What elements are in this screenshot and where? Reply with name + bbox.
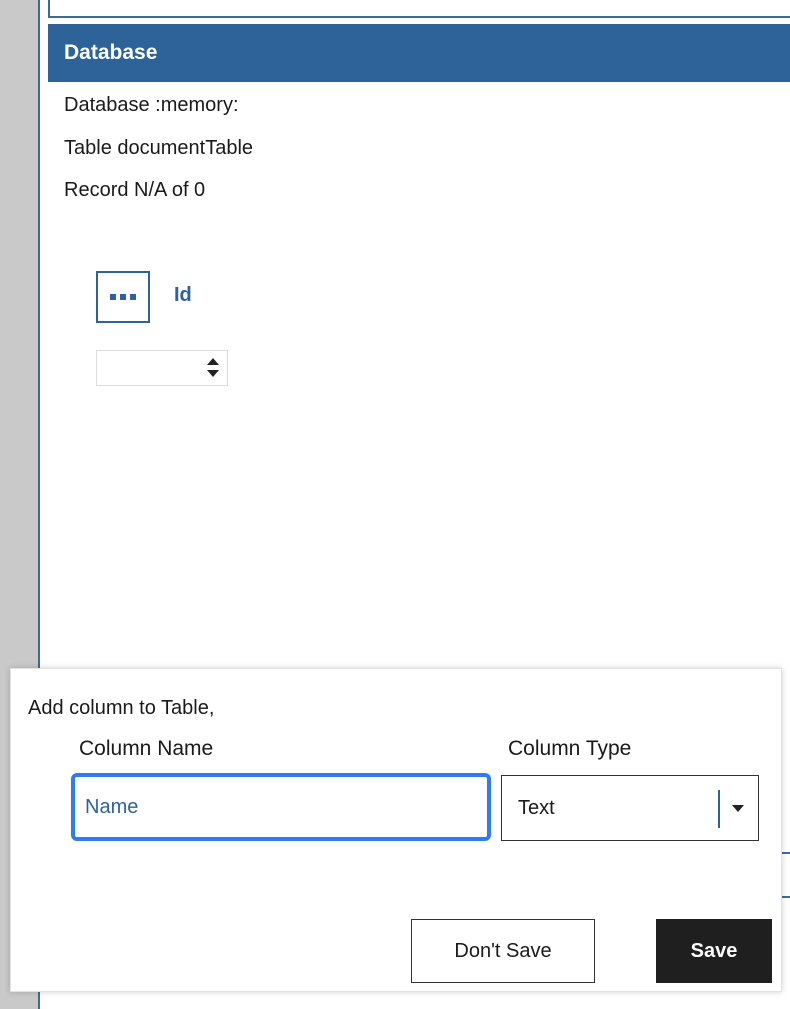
add-column-dialog: Add column to Table, Column Name Column …: [10, 668, 782, 992]
column-name-input[interactable]: [71, 773, 491, 841]
ellipsis-icon: [110, 294, 136, 300]
chevron-down-icon[interactable]: [732, 805, 744, 812]
save-button[interactable]: Save: [656, 919, 772, 983]
id-number-input[interactable]: [96, 350, 228, 386]
column-type-label: Column Type: [508, 737, 632, 760]
database-header: Database: [48, 24, 790, 82]
spin-down-icon[interactable]: [207, 370, 219, 377]
table-name-line: Table documentTable: [64, 137, 254, 159]
panel-top-border: [48, 0, 790, 18]
spin-up-icon[interactable]: [207, 358, 219, 365]
field-options-button[interactable]: [96, 271, 150, 323]
column-type-select[interactable]: Text: [501, 775, 759, 841]
select-divider: [718, 790, 720, 828]
app-window: Database Database :memory: Table documen…: [0, 0, 790, 1009]
field-label-id: Id: [174, 284, 192, 306]
record-position-line: Record N/A of 0: [64, 179, 206, 201]
column-name-label: Column Name: [79, 737, 214, 760]
database-name-line: Database :memory:: [64, 94, 239, 116]
background-divider: [782, 852, 790, 898]
dialog-title: Add column to Table,: [28, 697, 215, 719]
dont-save-button[interactable]: Don't Save: [411, 919, 595, 983]
column-type-selected: Text: [518, 797, 555, 819]
spinner-arrows-icon[interactable]: [207, 355, 219, 381]
